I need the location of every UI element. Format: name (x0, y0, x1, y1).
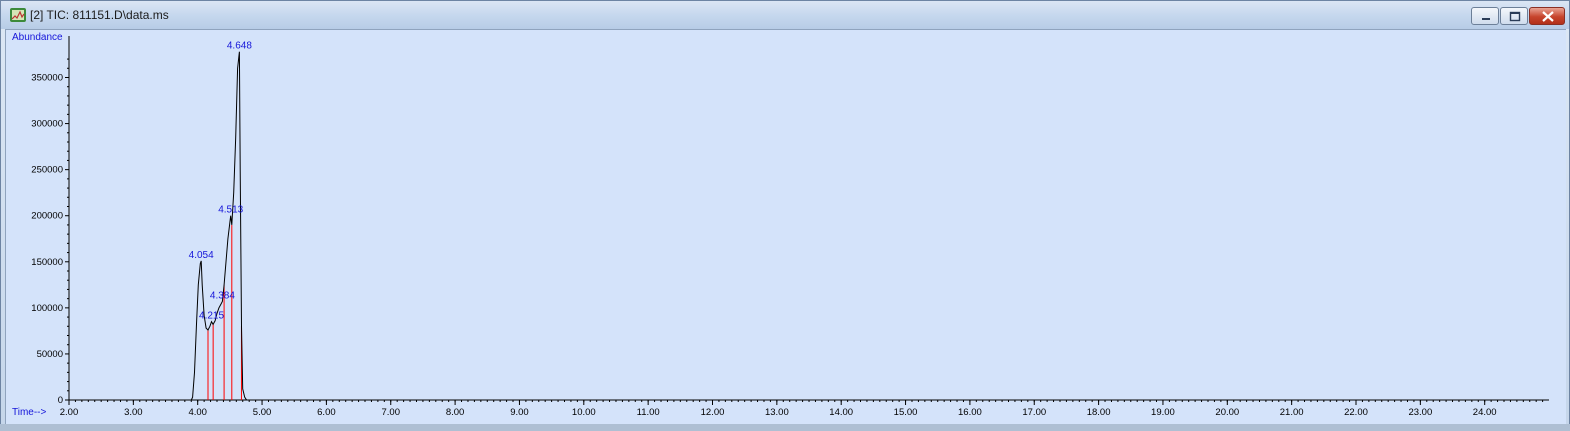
chromatogram-app-icon (10, 8, 26, 22)
y-tick-label: 350000 (31, 73, 63, 84)
title-bar[interactable]: [2] TIC: 811151.D\data.ms (1, 1, 1569, 29)
y-tick-label: 250000 (31, 165, 63, 176)
tic-chart: Abundance Time--> 0 50000 100000 150000 2000… (12, 32, 1549, 418)
x-tick-label: 5.00 (253, 407, 272, 418)
window-title: [2] TIC: 811151.D\data.ms (30, 8, 169, 22)
y-tick-label: 200000 (31, 211, 63, 222)
bottom-border (0, 424, 1570, 431)
x-tick-label: 11.00 (637, 407, 660, 418)
x-tick-label: 9.00 (510, 407, 529, 418)
x-tick-label: 17.00 (1022, 407, 1046, 418)
close-icon (1542, 11, 1554, 22)
close-button[interactable] (1529, 7, 1565, 25)
x-tick-label: 14.00 (829, 407, 853, 418)
y-tick-label: 100000 (31, 303, 63, 314)
y-tick-label: 0 (58, 395, 63, 406)
x-tick-label: 2.00 (60, 407, 79, 418)
x-tick-label: 10.00 (572, 407, 596, 418)
x-tick-label: 7.00 (382, 407, 401, 418)
chromatogram-window: [2] TIC: 811151.D\data.ms Abundance Time… (0, 0, 1570, 431)
x-tick-label: 3.00 (124, 407, 143, 418)
maximize-button[interactable] (1500, 7, 1528, 25)
x-tick-label: 16.00 (958, 407, 982, 418)
tic-trace-line (69, 51, 1549, 401)
x-tick-label: 18.00 (1087, 407, 1111, 418)
x-tick-label: 21.00 (1280, 407, 1304, 418)
x-tick-label: 20.00 (1215, 407, 1239, 418)
chromatogram-plot-area[interactable]: Abundance Time--> 0 50000 100000 150000 2000… (5, 29, 1566, 425)
y-tick-label: 150000 (31, 257, 63, 268)
peak-label: 4.215 (199, 311, 224, 322)
minimize-icon (1482, 18, 1490, 20)
y-tick-label: 300000 (31, 119, 63, 130)
x-tick-label: 8.00 (446, 407, 465, 418)
peak-label: 4.648 (227, 41, 252, 52)
maximize-icon (1509, 11, 1521, 22)
peak-label: 4.054 (189, 250, 214, 261)
peak-labels: 4.054 4.215 4.384 4.513 4.648 (189, 41, 253, 322)
tic-trace (69, 51, 1549, 401)
y-tick-label: 50000 (37, 349, 63, 360)
minimize-button[interactable] (1471, 7, 1499, 25)
chart-axes: 0 50000 100000 150000 200000 250000 300000 3500… (31, 36, 1549, 418)
peak-label: 4.513 (218, 205, 243, 216)
x-tick-label: 19.00 (1151, 407, 1175, 418)
y-axis-label: Abundance (12, 32, 63, 43)
x-tick-label: 12.00 (701, 407, 725, 418)
x-tick-label: 4.00 (188, 407, 207, 418)
x-tick-label: 23.00 (1408, 407, 1432, 418)
x-tick-label: 13.00 (765, 407, 789, 418)
x-tick-label: 15.00 (894, 407, 918, 418)
peak-label: 4.384 (210, 290, 235, 301)
x-tick-label: 6.00 (317, 407, 336, 418)
x-tick-label: 24.00 (1473, 407, 1497, 418)
x-axis-label: Time--> (12, 407, 47, 418)
x-tick-label: 22.00 (1344, 407, 1368, 418)
